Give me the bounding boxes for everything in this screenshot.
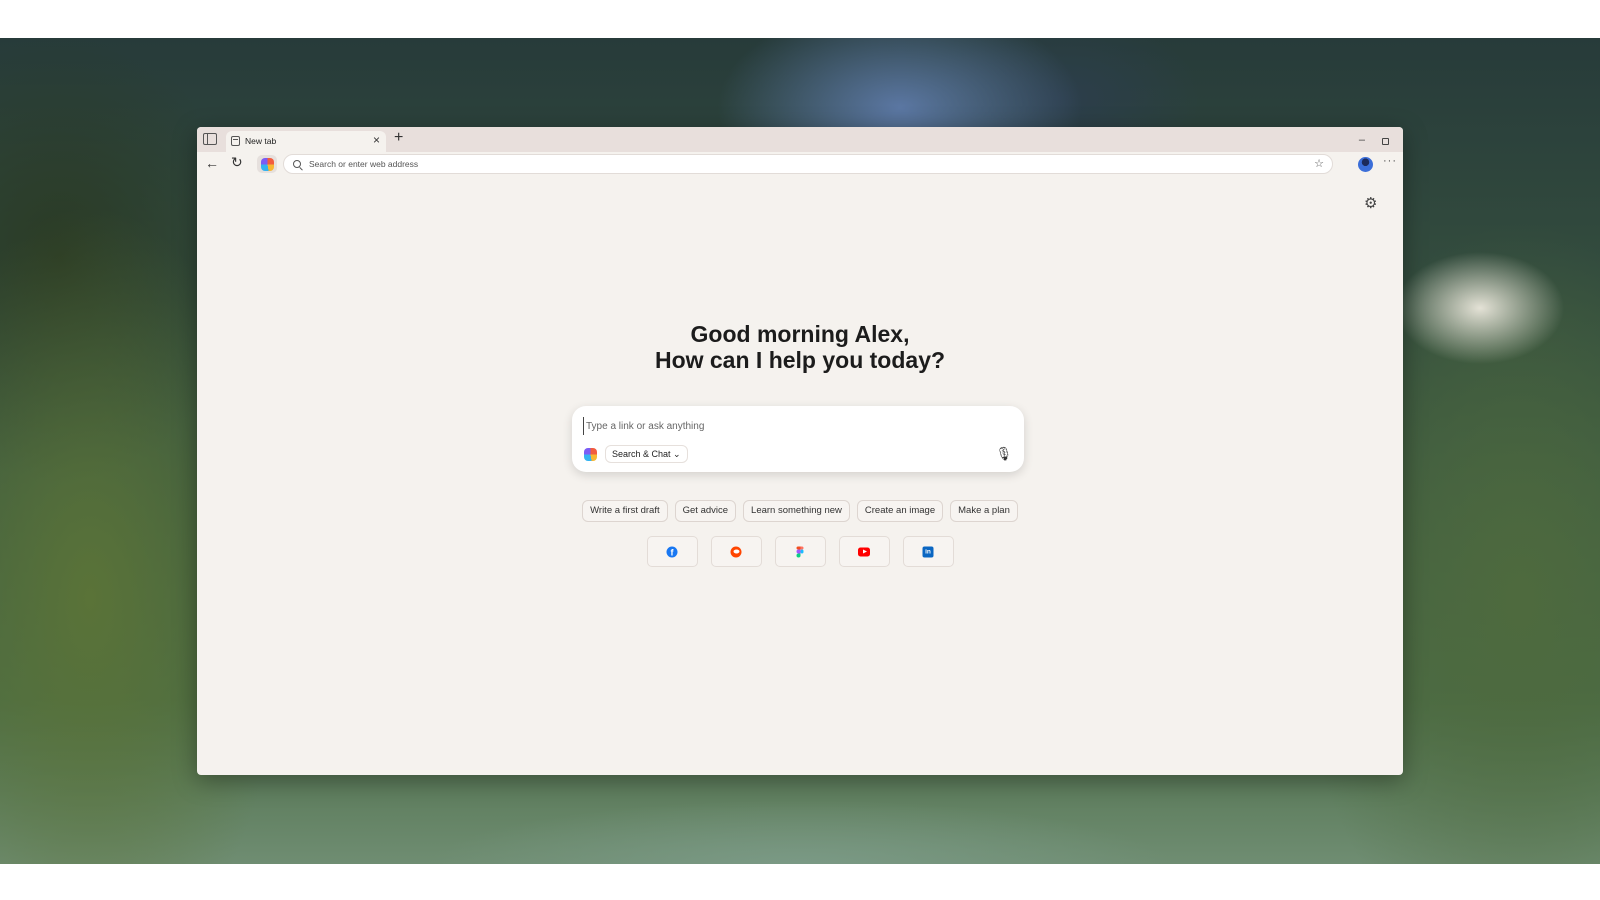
top-sites: f in [197, 536, 1403, 567]
greeting-line-1: Good morning Alex, [690, 321, 910, 347]
site-tile-reddit[interactable] [710, 536, 762, 567]
page-icon [231, 136, 240, 146]
figma-icon [796, 546, 804, 558]
browser-window: New tab × + – ← ↻ Search or enter web ad… [197, 127, 1403, 775]
youtube-icon [858, 547, 870, 556]
copilot-icon [584, 448, 597, 461]
site-tile-figma[interactable] [774, 536, 826, 567]
chip-learn-something-new[interactable]: Learn something new [743, 500, 850, 522]
suggestion-chips: Write a first draft Get advice Learn som… [197, 500, 1403, 522]
settings-gear-icon[interactable]: ⚙ [1364, 194, 1377, 212]
reddit-icon [730, 546, 742, 557]
greeting-line-2: How can I help you today? [654, 347, 946, 373]
site-tile-facebook[interactable]: f [646, 536, 698, 567]
address-bar[interactable]: Search or enter web address ☆ [283, 154, 1333, 174]
ask-anything-input[interactable] [583, 417, 988, 435]
chip-make-plan[interactable]: Make a plan [950, 500, 1018, 522]
more-options-icon[interactable]: ··· [1383, 155, 1397, 167]
add-favorite-icon[interactable]: ☆ [1314, 157, 1324, 170]
copilot-button[interactable] [257, 155, 277, 173]
site-tile-youtube[interactable] [838, 536, 890, 567]
navigation-toolbar: ← ↻ Search or enter web address ☆ ··· [197, 152, 1403, 176]
chip-write-first-draft[interactable]: Write a first draft [582, 500, 668, 522]
sidebar-toggle-icon[interactable] [203, 133, 217, 145]
mode-label: Search & Chat [612, 449, 671, 459]
greeting-heading: Good morning Alex, How can I help you to… [197, 321, 1403, 373]
tab-strip: New tab × + – [197, 127, 1403, 152]
microphone-icon[interactable]: 🎙 [995, 446, 1012, 462]
tab-title: New tab [245, 136, 277, 146]
search-icon [293, 160, 301, 168]
back-button[interactable]: ← [205, 155, 219, 171]
facebook-icon: f [666, 546, 678, 557]
reload-button[interactable]: ↻ [231, 154, 243, 171]
close-tab-icon[interactable]: × [373, 134, 380, 146]
tab-new-tab[interactable]: New tab × [226, 131, 386, 152]
new-tab-button[interactable]: + [394, 130, 403, 146]
copilot-icon [261, 158, 274, 171]
chip-get-advice[interactable]: Get advice [674, 500, 737, 522]
copilot-composer: Search & Chat ⌄ 🎙 [572, 406, 1024, 472]
minimize-icon[interactable]: – [1359, 134, 1365, 146]
profile-avatar[interactable] [1358, 157, 1373, 172]
site-tile-linkedin[interactable]: in [902, 536, 954, 567]
chip-create-image[interactable]: Create an image [856, 500, 944, 522]
restore-icon[interactable] [1382, 138, 1389, 145]
linkedin-icon: in [922, 546, 934, 557]
chevron-down-icon: ⌄ [673, 449, 681, 459]
address-placeholder: Search or enter web address [309, 159, 419, 169]
mode-selector-dropdown[interactable]: Search & Chat ⌄ [605, 445, 688, 463]
